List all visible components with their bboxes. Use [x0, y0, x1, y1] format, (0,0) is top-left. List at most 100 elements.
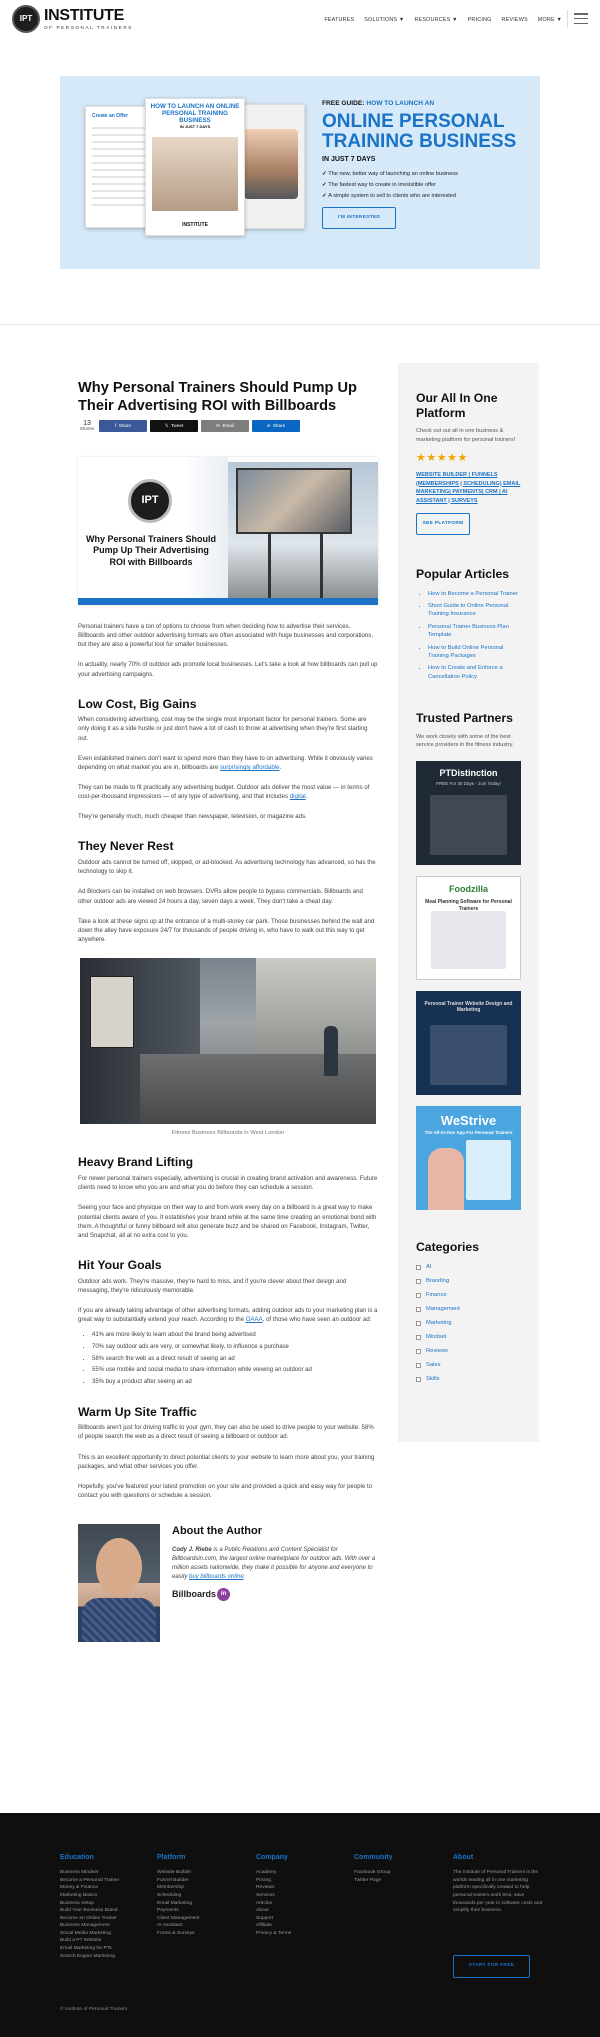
footer-link[interactable]: Scheduling [157, 1892, 247, 1900]
facebook-share-button[interactable]: f Share [99, 420, 147, 432]
heading-hit-goals: Hit Your Goals [78, 1257, 162, 1272]
category-link[interactable]: Management [416, 1305, 524, 1313]
popular-article-link[interactable]: How to Become a Personal Trainer [428, 590, 524, 598]
nav-more[interactable]: MORE ▼ [538, 17, 562, 25]
footer-link[interactable]: Client Management [157, 1915, 247, 1923]
footer-link[interactable]: Social Media Marketing [60, 1930, 150, 1938]
ad-subtitle: Personal Trainer Website Design and Mark… [424, 1000, 513, 1014]
footer-link[interactable]: Funnel Builder [157, 1877, 247, 1885]
footer-heading: Platform [157, 1854, 186, 1861]
footer-link[interactable]: Twitter Page [354, 1877, 444, 1885]
footer-link[interactable]: Services [256, 1892, 346, 1900]
partner-ad-website-design[interactable]: Personal Trainer Website Design and Mark… [416, 990, 521, 1095]
paragraph: Outdoor ads work. They're massive, they'… [78, 1277, 347, 1294]
nav-pricing[interactable]: PRICING [468, 17, 492, 25]
footer-heading: Company [256, 1854, 288, 1861]
category-link[interactable]: Skills [416, 1375, 524, 1383]
see-platform-button[interactable]: SEE PLATFORM [416, 513, 470, 536]
folder-icon [416, 1376, 421, 1382]
folder-icon [416, 1306, 421, 1312]
digital-link[interactable]: digital [290, 793, 306, 800]
folder-icon [416, 1264, 421, 1270]
hero-kicker: FREE GUIDE: HOW TO LAUNCH AN [322, 100, 435, 107]
image-caption: Fitness Business Billboards in West Lond… [171, 1130, 285, 1137]
heading-site-traffic: Warm Up Site Traffic [78, 1404, 197, 1419]
footer-link[interactable]: Email Marketing [157, 1900, 247, 1908]
popular-article-link[interactable]: How to Build Online Personal Training Pa… [428, 644, 524, 661]
hero-benefit: A simple system to sell to clients who a… [322, 192, 522, 200]
folder-icon [416, 1334, 421, 1340]
footer-link[interactable]: Business Setup [60, 1900, 150, 1908]
footer-link[interactable]: Articles [256, 1900, 346, 1908]
partner-ad-westrive[interactable]: WeStrive The All-In-One App For Personal… [416, 1105, 521, 1210]
footer-link[interactable]: Privacy & Terms [256, 1930, 346, 1938]
affordable-link[interactable]: surprisingly affordable [220, 764, 280, 771]
footer-link[interactable]: Support [256, 1915, 346, 1923]
paragraph: Billboards aren't just for driving traff… [78, 1424, 374, 1441]
popular-article-link[interactable]: Short Guide to Online Personal Training … [428, 602, 524, 619]
footer-link[interactable]: Academy [256, 1869, 346, 1877]
nav-features[interactable]: FEATURES [324, 17, 354, 25]
street-billboards-photo [80, 958, 376, 1125]
footer-link[interactable]: Business Management [60, 1922, 150, 1930]
footer-link[interactable]: Marketing Basics [60, 1892, 150, 1900]
popular-article-link[interactable]: Personal Trainer Business Plan Template [428, 623, 524, 640]
linkedin-share-button[interactable]: in Share [252, 420, 300, 432]
footer-link[interactable]: Money & Finance [60, 1884, 150, 1892]
footer-link[interactable]: Email Marketing for PTs [60, 1945, 150, 1953]
footer-link[interactable]: Search Engine Marketing [60, 1953, 150, 1961]
start-for-free-button[interactable]: START FOR FREE [453, 1955, 530, 1978]
category-link[interactable]: Mindset [416, 1333, 524, 1341]
twitter-share-button[interactable]: 𝕏 Tweet [150, 420, 198, 432]
category-link[interactable]: Finance [416, 1291, 524, 1299]
footer-link[interactable]: Website Builder [157, 1869, 247, 1877]
folder-icon [416, 1278, 421, 1284]
footer-link[interactable]: Business Mindset [60, 1869, 150, 1877]
footer-link[interactable]: Become an Online Trainer [60, 1915, 150, 1923]
footer-link[interactable]: Reviews [256, 1884, 346, 1892]
popular-article-link[interactable]: How to Create and Enforce a Cancellation… [428, 664, 524, 681]
footer-about-text: The Institute of Personal Trainers is th… [453, 1870, 543, 1914]
author-avatar [78, 1524, 160, 1643]
main-nav: FEATURES SOLUTIONS ▼ RESOURCES ▼ PRICING… [324, 17, 562, 25]
nav-resources[interactable]: RESOURCES ▼ [414, 17, 457, 25]
buy-billboards-link[interactable]: buy billboards online [189, 1574, 244, 1580]
list-item: 55% use mobile and social media to share… [92, 1366, 378, 1375]
footer-link[interactable]: Forms & Surveys [157, 1930, 247, 1938]
category-link[interactable]: Marketing [416, 1319, 524, 1327]
logo-subtitle: OF PERSONAL TRAINERS [44, 24, 133, 30]
footer-link[interactable]: Build Your Business Brand [60, 1907, 150, 1915]
footer-link[interactable]: About [256, 1907, 346, 1915]
footer-link[interactable]: Membership [157, 1884, 247, 1892]
share-count: 13 Shares [79, 420, 95, 432]
footer-link[interactable]: Payments [157, 1907, 247, 1915]
footer-link[interactable]: Facebook Group [354, 1869, 444, 1877]
interested-button[interactable]: I'M INTERESTED [322, 207, 396, 229]
partner-ad-ptdistinction[interactable]: PTDistinction FREE For 30 Days - Join To… [416, 760, 521, 865]
paragraph: When considering advertising, cost may b… [78, 716, 368, 742]
list-item: 70% say outdoor ads are very, or somewha… [92, 1343, 378, 1352]
paragraph: Outdoor ads cannot be turned off, skippe… [78, 859, 376, 876]
platform-feature-links[interactable]: WEBSITE BUILDER | FUNNELS (MEMBERSHIPS |… [416, 471, 524, 505]
nav-reviews[interactable]: REVIEWS [502, 17, 528, 25]
email-share-button[interactable]: ✉ Email [201, 420, 249, 432]
heading-low-cost: Low Cost, Big Gains [78, 696, 197, 711]
site-logo[interactable]: IPT INSTITUTE OF PERSONAL TRAINERS [12, 5, 133, 33]
category-link[interactable]: Reviews [416, 1347, 524, 1355]
footer-company: Company Academy Pricing Reviews Services… [256, 1853, 346, 1937]
oaaa-link[interactable]: OAAA [246, 1316, 263, 1323]
footer-link[interactable]: AI Assistant [157, 1922, 247, 1930]
footer-link[interactable]: Pricing [256, 1877, 346, 1885]
partner-ad-foodzilla[interactable]: Foodzilla Meal Planning Software for Per… [416, 875, 521, 980]
folder-icon [416, 1362, 421, 1368]
category-link[interactable]: Sales [416, 1361, 524, 1369]
category-link[interactable]: AI [416, 1263, 524, 1271]
category-link[interactable]: Branding [416, 1277, 524, 1285]
ad-title: WeStrive [440, 1112, 497, 1128]
paragraph: Personal trainers have a ton of options … [78, 623, 374, 649]
footer-link[interactable]: Become a Personal Trainer [60, 1877, 150, 1885]
footer-link[interactable]: Affiliate [256, 1922, 346, 1930]
footer-link[interactable]: Build a PT Website [60, 1937, 150, 1945]
hamburger-menu-icon[interactable] [574, 13, 588, 24]
nav-solutions[interactable]: SOLUTIONS ▼ [364, 17, 404, 25]
